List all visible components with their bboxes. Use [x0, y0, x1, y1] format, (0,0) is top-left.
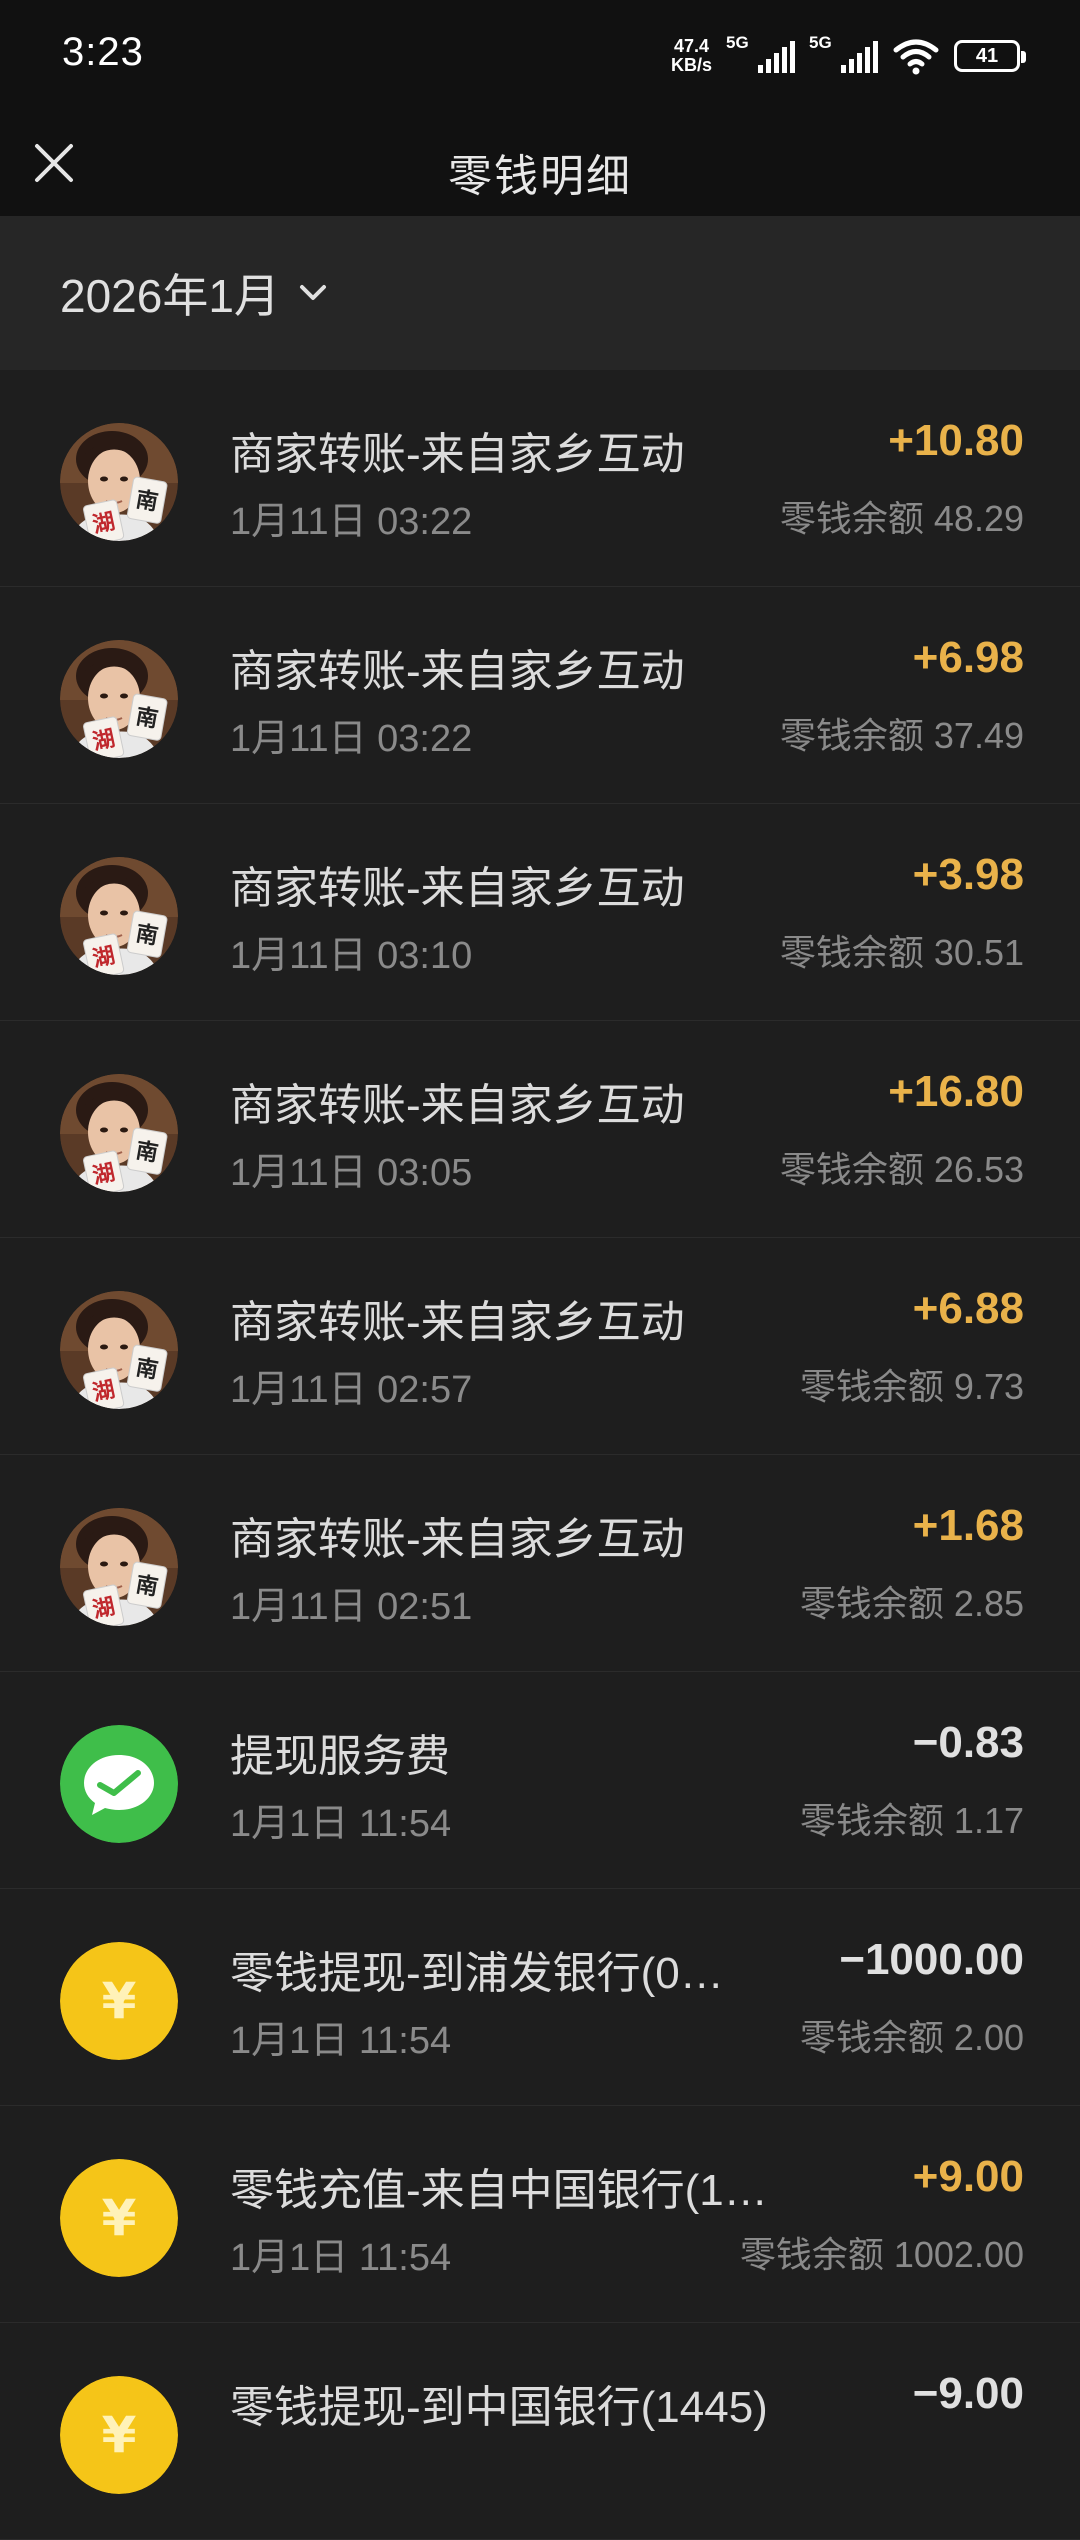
- transaction-title: 商家转账-来自家乡互动: [230, 1081, 685, 1130]
- transaction-balance: 零钱余额 30.51: [779, 932, 1024, 973]
- transaction-amount: −0.83: [912, 1718, 1024, 1767]
- chevron-down-icon: [299, 285, 326, 300]
- svg-text:¥: ¥: [102, 2406, 137, 2464]
- status-bar: 3:23 47.4 KB/s 5G 5G 41: [0, 0, 1080, 112]
- svg-text:南: 南: [134, 1138, 160, 1166]
- transaction-title: 商家转账-来自家乡互动: [230, 864, 685, 913]
- transaction-amount: +6.98: [912, 633, 1024, 682]
- transaction-time: 1月11日 03:22: [230, 718, 473, 760]
- transaction-amount: +16.80: [888, 1067, 1024, 1116]
- transaction-title: 零钱提现-到中国银行(1445): [230, 2383, 768, 2432]
- transaction-amount: +10.80: [888, 416, 1024, 465]
- transaction-balance: 零钱余额 26.53: [779, 1149, 1024, 1190]
- transaction-balance: 零钱余额 1002.00: [739, 2234, 1024, 2275]
- merchant-avatar: 湖 南: [60, 1291, 178, 1409]
- yuan-coin-icon: ¥: [60, 1942, 178, 2060]
- transaction-balance: 零钱余额 9.73: [799, 1366, 1024, 1407]
- transaction-row[interactable]: 湖 南 商家转账-来自家乡互动 1月11日 02:51 +1.68 零钱余额 2.85: [0, 1455, 1080, 1672]
- transaction-row[interactable]: 湖 南 商家转账-来自家乡互动 1月11日 03:05 +16.80 零钱余额 26.…: [0, 1021, 1080, 1238]
- transaction-time: 1月1日 11:54: [230, 2020, 452, 2062]
- transaction-amount: +3.98: [912, 850, 1024, 899]
- transaction-time: 1月1日 11:54: [230, 1803, 452, 1845]
- transaction-amount: −9.00: [912, 2369, 1024, 2418]
- svg-text:南: 南: [134, 1572, 160, 1600]
- transaction-title: 商家转账-来自家乡互动: [230, 430, 685, 479]
- month-label: 2026年1月: [60, 270, 280, 322]
- transaction-time: 1月11日 02:51: [230, 1586, 473, 1628]
- transaction-title: 商家转账-来自家乡互动: [230, 1298, 685, 1347]
- signal-1-icon: 5G: [726, 33, 795, 73]
- transaction-row[interactable]: ¥ 零钱充值-来自中国银行(1445) 1月1日 11:54 +9.00 零钱余额 1…: [0, 2106, 1080, 2323]
- network-speed: 47.4 KB/s: [671, 37, 712, 75]
- transaction-amount: +9.00: [912, 2152, 1024, 2201]
- sim1-label: 5G: [726, 33, 749, 52]
- transaction-title: 提现服务费: [230, 1732, 450, 1781]
- transaction-list: 湖 南 商家转账-来自家乡互动 1月11日 03:22 +10.80 零钱余额 48.…: [0, 370, 1080, 2540]
- transaction-time: 1月11日 03:10: [230, 935, 473, 977]
- signal-2-icon: 5G: [809, 33, 878, 73]
- transaction-avatar: ¥: [60, 2376, 178, 2494]
- transaction-row[interactable]: 湖 南 商家转账-来自家乡互动 1月11日 03:22 +10.80 零钱余额 48.…: [0, 370, 1080, 587]
- transaction-avatar: 湖 南: [60, 1508, 178, 1626]
- merchant-avatar: 湖 南: [60, 423, 178, 541]
- svg-text:南: 南: [134, 487, 160, 515]
- svg-text:¥: ¥: [102, 1972, 137, 2030]
- sim2-label: 5G: [809, 33, 832, 52]
- transaction-title: 零钱充值-来自中国银行(1445): [230, 2166, 770, 2215]
- transaction-avatar: ¥: [60, 1942, 178, 2060]
- status-time: 3:23: [62, 30, 144, 74]
- network-speed-unit: KB/s: [670, 55, 712, 75]
- transaction-row[interactable]: 湖 南 商家转账-来自家乡互动 1月11日 03:10 +3.98 零钱余额 30.5…: [0, 804, 1080, 1021]
- month-filter-bar: 2026年1月: [0, 216, 1080, 370]
- network-speed-value: 47.4: [673, 36, 710, 56]
- transaction-balance: 零钱余额 37.49: [779, 715, 1024, 756]
- transaction-title: 零钱提现-到浦发银行(0…: [230, 1949, 724, 1998]
- status-icons: 47.4 KB/s 5G 5G 41: [671, 33, 1026, 78]
- merchant-avatar: 湖 南: [60, 640, 178, 758]
- transaction-avatar: ¥: [60, 2159, 178, 2277]
- transaction-row[interactable]: ¥ 零钱提现-到中国银行(1445) −9.00: [0, 2323, 1080, 2540]
- battery-level: 41: [975, 44, 999, 67]
- svg-text:¥: ¥: [102, 2189, 137, 2247]
- wifi-icon: [893, 39, 939, 75]
- transaction-title: 商家转账-来自家乡互动: [230, 1515, 685, 1564]
- merchant-avatar: 湖 南: [60, 857, 178, 975]
- transaction-avatar: 湖 南: [60, 857, 178, 975]
- merchant-avatar: 湖 南: [60, 1074, 178, 1192]
- transaction-amount: −1000.00: [839, 1935, 1024, 1984]
- transaction-time: 1月11日 03:22: [230, 501, 473, 543]
- transaction-balance: 零钱余额 1.17: [799, 1800, 1024, 1841]
- title-bar: 零钱明细: [0, 112, 1080, 216]
- transaction-row[interactable]: ¥ 零钱提现-到浦发银行(0… 1月1日 11:54 −1000.00 零钱余额 2.…: [0, 1889, 1080, 2106]
- merchant-avatar: 湖 南: [60, 1508, 178, 1626]
- transaction-amount: +1.68: [912, 1501, 1024, 1550]
- yuan-coin-icon: ¥: [60, 2159, 178, 2277]
- transaction-time: 1月11日 02:57: [230, 1369, 473, 1411]
- transaction-avatar: 湖 南: [60, 1291, 178, 1409]
- page-title: 零钱明细: [448, 152, 632, 201]
- transaction-balance: 零钱余额 2.00: [799, 2017, 1024, 2058]
- transaction-amount: +6.88: [912, 1284, 1024, 1333]
- transaction-balance: 零钱余额 48.29: [779, 498, 1024, 539]
- svg-text:南: 南: [134, 921, 160, 949]
- transaction-avatar: 湖 南: [60, 423, 178, 541]
- transaction-avatar: [60, 1725, 178, 1843]
- transaction-title: 商家转账-来自家乡互动: [230, 647, 685, 696]
- transaction-row[interactable]: 湖 南 商家转账-来自家乡互动 1月11日 03:22 +6.98 零钱余额 37.4…: [0, 587, 1080, 804]
- svg-text:南: 南: [134, 1355, 160, 1383]
- transaction-time: 1月1日 11:54: [230, 2237, 452, 2279]
- wechat-icon: [60, 1725, 178, 1843]
- yuan-coin-icon: ¥: [60, 2376, 178, 2494]
- battery-icon: 41: [954, 40, 1026, 72]
- transaction-time: 1月11日 03:05: [230, 1152, 473, 1194]
- transaction-avatar: 湖 南: [60, 1074, 178, 1192]
- transaction-row[interactable]: 湖 南 商家转账-来自家乡互动 1月11日 02:57 +6.88 零钱余额 9.73: [0, 1238, 1080, 1455]
- transaction-avatar: 湖 南: [60, 640, 178, 758]
- month-selector[interactable]: 2026年1月: [60, 260, 328, 326]
- transaction-row[interactable]: 提现服务费 1月1日 11:54 −0.83 零钱余额 1.17: [0, 1672, 1080, 1889]
- svg-text:南: 南: [134, 704, 160, 732]
- transaction-balance: 零钱余额 2.85: [799, 1583, 1024, 1624]
